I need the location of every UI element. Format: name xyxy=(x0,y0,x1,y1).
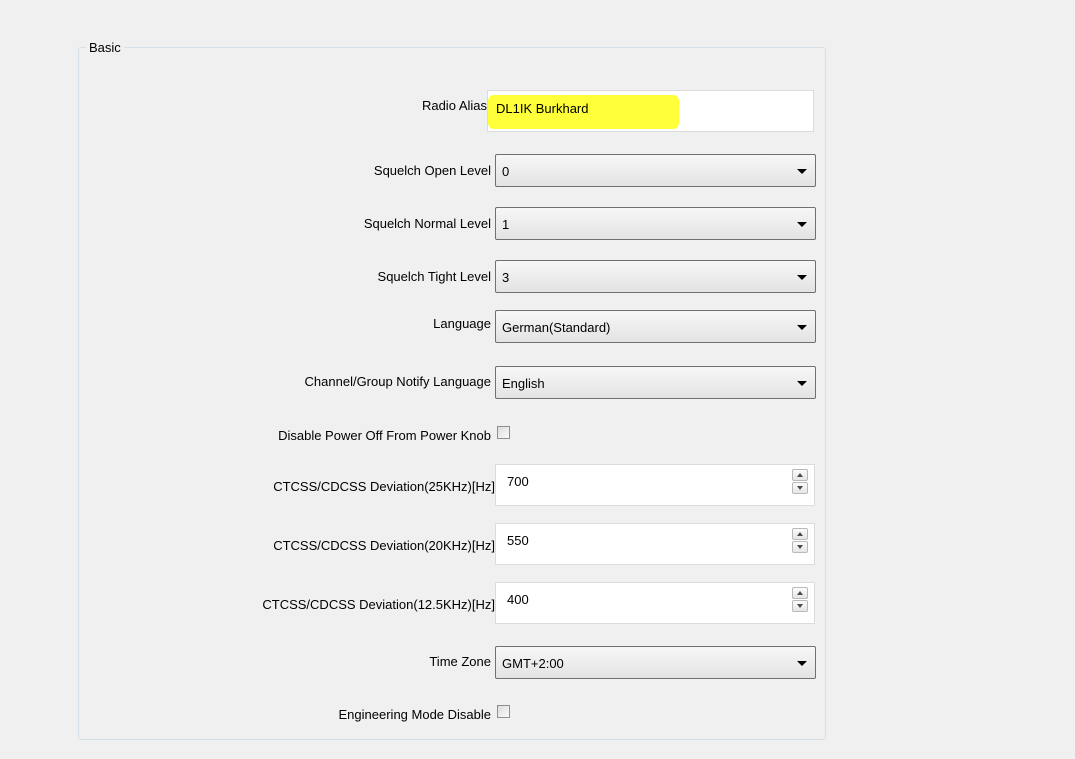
squelch-normal-label: Squelch Normal Level xyxy=(363,216,491,231)
squelch-tight-label: Squelch Tight Level xyxy=(377,269,491,284)
chevron-down-icon xyxy=(797,169,807,174)
notify-language-select[interactable]: English xyxy=(495,366,816,399)
chevron-down-icon xyxy=(797,275,807,280)
engineering-mode-checkbox[interactable] xyxy=(497,705,510,718)
language-label: Language xyxy=(433,316,491,331)
squelch-normal-value: 1 xyxy=(502,217,510,232)
chevron-down-icon xyxy=(797,661,807,666)
squelch-tight-select[interactable]: 3 xyxy=(495,260,816,293)
time-zone-value: GMT+2:00 xyxy=(502,656,564,671)
squelch-open-label: Squelch Open Level xyxy=(373,163,491,178)
deviation-12-5-label: CTCSS/CDCSS Deviation(12.5KHz)[Hz] xyxy=(262,597,495,612)
squelch-normal-select[interactable]: 1 xyxy=(495,207,816,240)
chevron-down-icon xyxy=(797,222,807,227)
spin-up-icon[interactable] xyxy=(792,528,808,540)
spin-down-icon[interactable] xyxy=(792,541,808,553)
deviation-25-value: 700 xyxy=(507,474,529,489)
deviation-12-5-spinner[interactable]: 400 xyxy=(495,582,815,624)
squelch-open-select[interactable]: 0 xyxy=(495,154,816,187)
spin-up-icon[interactable] xyxy=(792,469,808,481)
engineering-mode-label: Engineering Mode Disable xyxy=(338,707,491,722)
radio-alias-input[interactable]: DL1IK Burkhard xyxy=(487,90,814,132)
radio-alias-value: DL1IK Burkhard xyxy=(496,101,589,116)
deviation-25-label: CTCSS/CDCSS Deviation(25KHz)[Hz] xyxy=(273,479,495,494)
squelch-open-value: 0 xyxy=(502,164,510,179)
squelch-tight-value: 3 xyxy=(502,270,510,285)
radio-alias-label: Radio Alias xyxy=(421,98,487,113)
time-zone-select[interactable]: GMT+2:00 xyxy=(495,646,816,679)
deviation-20-spinner[interactable]: 550 xyxy=(495,523,815,565)
disable-power-off-checkbox[interactable] xyxy=(497,426,510,439)
deviation-25-spinner[interactable]: 700 xyxy=(495,464,815,506)
language-value: German(Standard) xyxy=(502,320,611,335)
deviation-20-value: 550 xyxy=(507,533,529,548)
disable-power-off-label: Disable Power Off From Power Knob xyxy=(278,428,491,443)
group-title: Basic xyxy=(86,40,124,55)
spin-down-icon[interactable] xyxy=(792,600,808,612)
chevron-down-icon xyxy=(797,325,807,330)
deviation-20-label: CTCSS/CDCSS Deviation(20KHz)[Hz] xyxy=(273,538,495,553)
notify-language-value: English xyxy=(502,376,545,391)
notify-language-label: Channel/Group Notify Language xyxy=(304,374,491,389)
language-select[interactable]: German(Standard) xyxy=(495,310,816,343)
spin-down-icon[interactable] xyxy=(792,482,808,494)
spin-up-icon[interactable] xyxy=(792,587,808,599)
time-zone-label: Time Zone xyxy=(429,654,491,669)
chevron-down-icon xyxy=(797,381,807,386)
deviation-12-5-value: 400 xyxy=(507,592,529,607)
